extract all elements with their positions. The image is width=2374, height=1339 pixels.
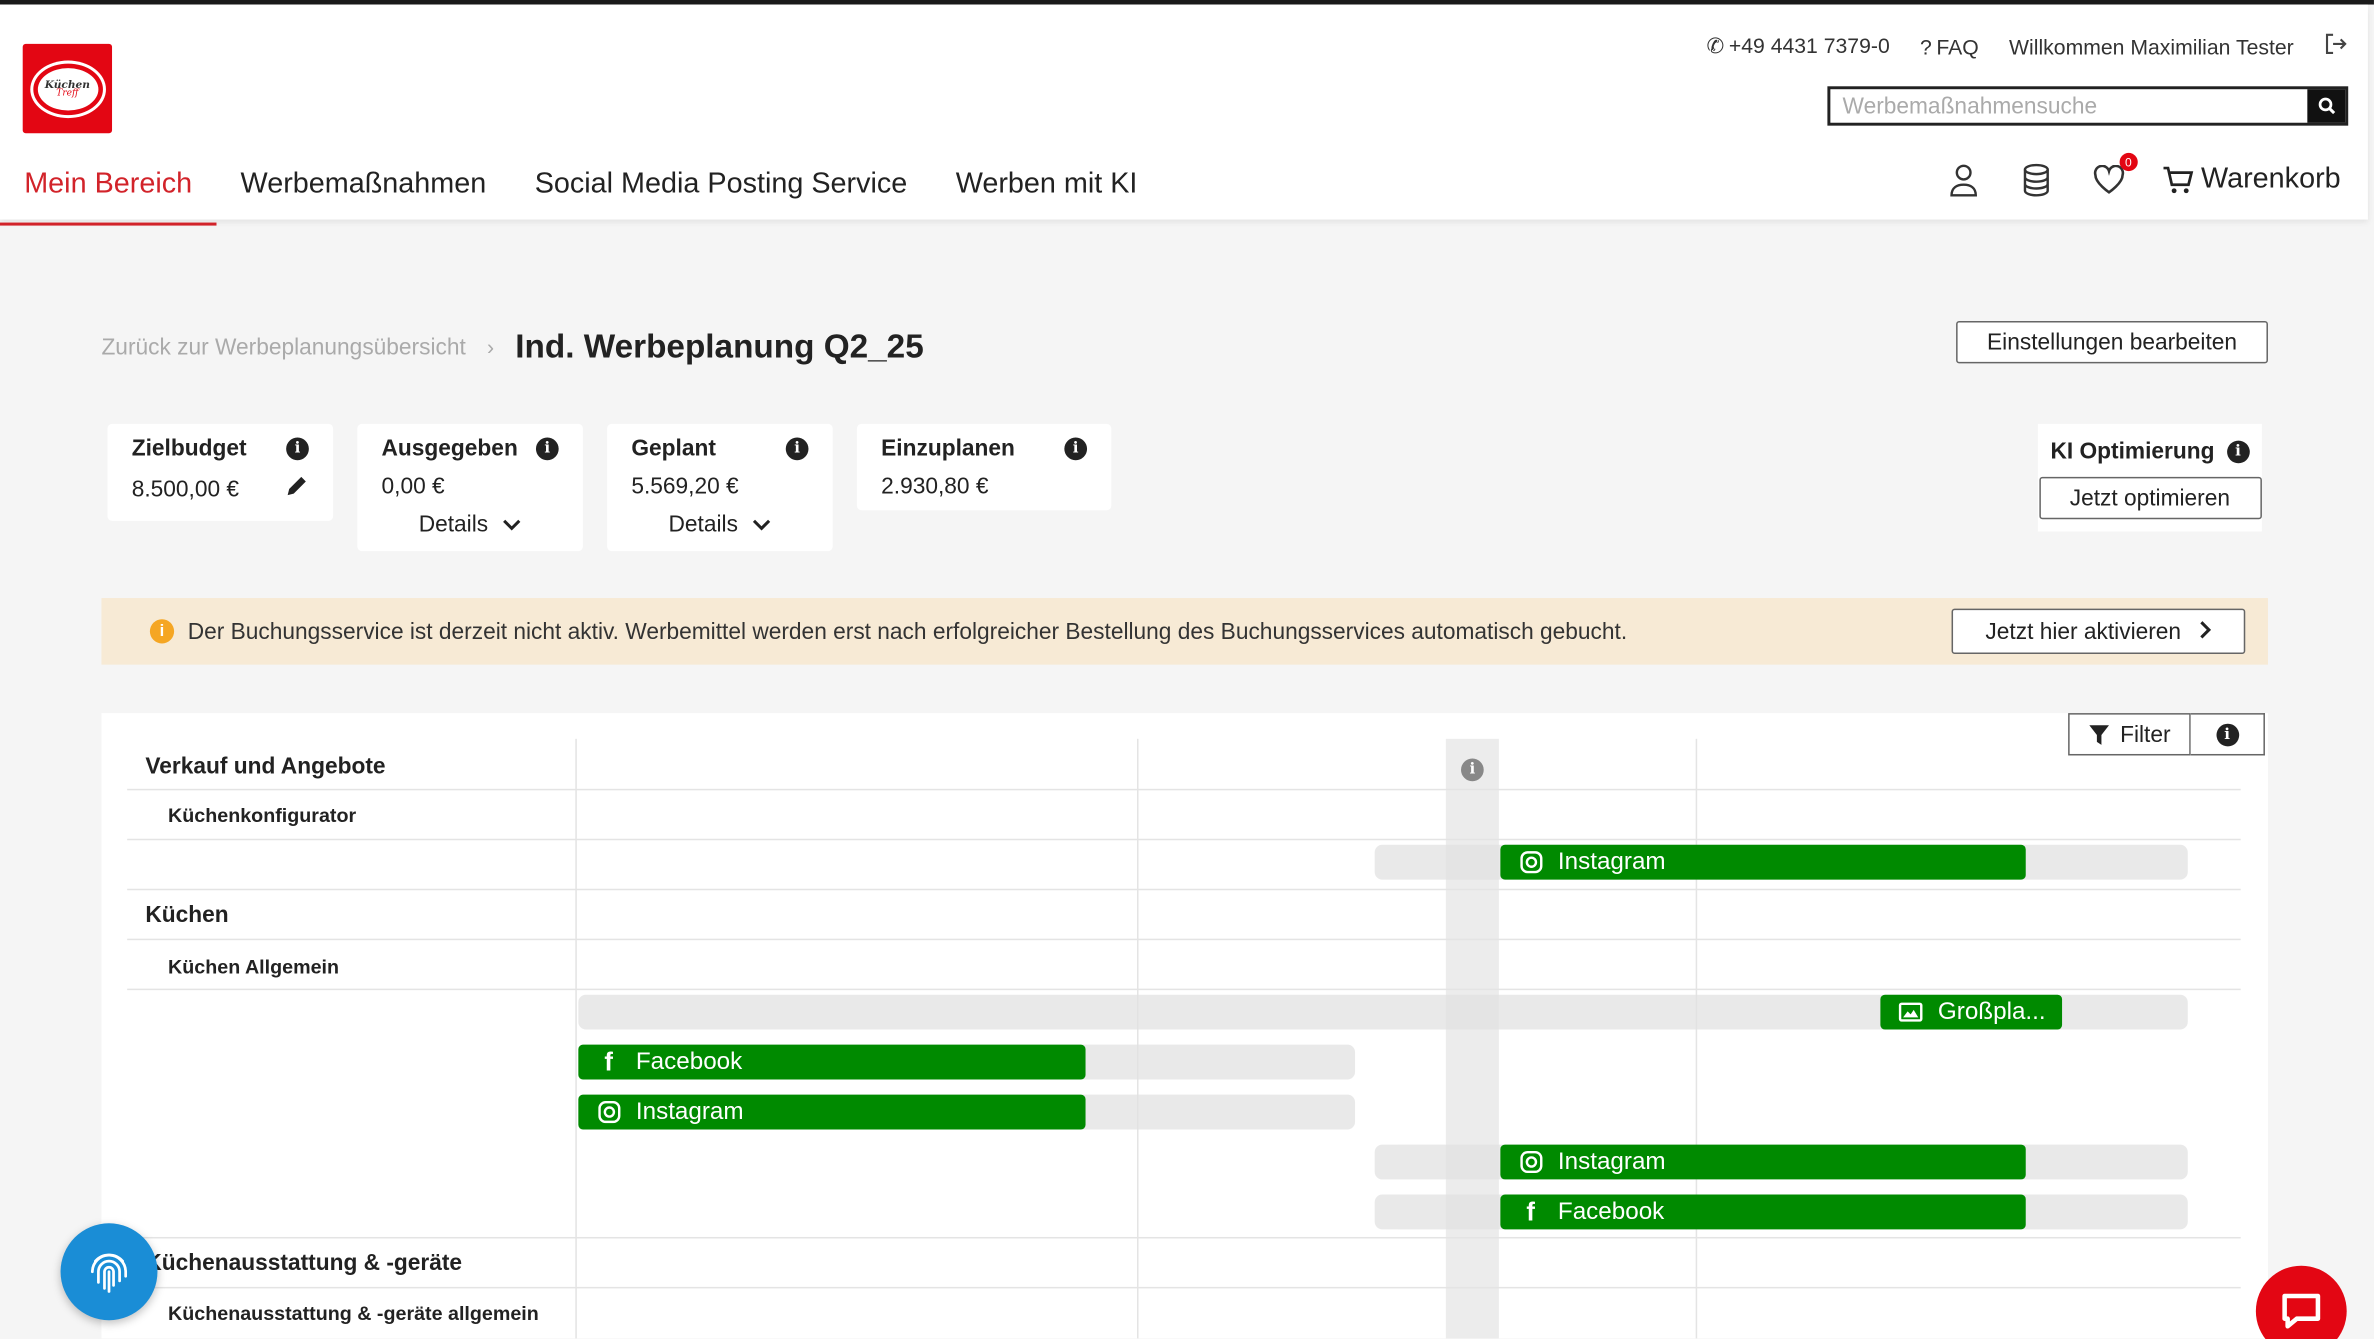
kpi-label: Ausgegeben xyxy=(381,436,518,462)
nav-social-media[interactable]: Social Media Posting Service xyxy=(510,160,931,225)
nav-werben-ki[interactable]: Werben mit KI xyxy=(931,160,1161,225)
kpi-value: 0,00 € xyxy=(381,473,445,500)
question-icon: ? xyxy=(1920,34,1932,59)
cart-label: Warenkorb xyxy=(2201,163,2341,196)
campaign-bar-instagram[interactable]: Instagram xyxy=(1500,844,2026,880)
fingerprint-button[interactable] xyxy=(60,1223,158,1321)
phone-icon: ✆ xyxy=(1706,33,1725,58)
kpi-geplant: Geplant i 5.569,20 € Details xyxy=(607,423,833,552)
group-label: Küchenausstattung & -geräte xyxy=(145,1250,463,1277)
image-icon xyxy=(1898,1000,1923,1024)
cart-icon xyxy=(2163,166,2193,194)
nav-werbemassnahmen[interactable]: Werbemaßnahmen xyxy=(216,160,510,225)
main-nav: Mein Bereich Werbemaßnahmen Social Media… xyxy=(0,160,1162,226)
chevron-right-icon xyxy=(2199,618,2211,644)
instagram-icon xyxy=(597,1100,621,1124)
brand-logo[interactable]: Küchen Treff xyxy=(22,43,113,134)
kpi-value: 8.500,00 € xyxy=(131,476,240,502)
account-icons: 0 Warenkorb xyxy=(1944,152,2341,198)
group-row: Verkauf und Angebote xyxy=(127,739,2241,791)
ki-label: KI Optimierung xyxy=(2050,439,2215,465)
kpi-zielbudget: Zielbudget i 8.500,00 € xyxy=(107,423,334,521)
activate-button[interactable]: Jetzt hier aktivieren xyxy=(1951,608,2246,655)
chevron-down-icon xyxy=(503,512,522,538)
logo-text-2: Treff xyxy=(56,87,79,99)
fingerprint-icon xyxy=(90,1253,128,1293)
faq-link[interactable]: ? FAQ xyxy=(1920,34,1979,58)
wishlist-badge: 0 xyxy=(2119,152,2138,172)
chat-button[interactable] xyxy=(2255,1265,2347,1339)
phone-link[interactable]: ✆ +49 4431 7379-0 xyxy=(1707,33,1890,59)
group-label: Küchen xyxy=(145,902,229,929)
info-icon[interactable]: i xyxy=(535,437,559,461)
info-icon[interactable]: i xyxy=(785,437,809,461)
details-toggle[interactable]: Details xyxy=(382,512,559,538)
info-icon[interactable]: i xyxy=(1064,437,1088,461)
search-input[interactable] xyxy=(1830,89,2308,123)
back-link[interactable]: Zurück zur Werbeplanungsübersicht xyxy=(101,334,465,360)
warning-icon: i xyxy=(149,619,175,644)
notice-banner: i Der Buchungsservice ist derzeit nicht … xyxy=(101,598,2268,665)
timeline-panel: i Filter i Verkauf und Angebote Küchenko… xyxy=(101,713,2268,1339)
logout-icon[interactable] xyxy=(2324,33,2347,59)
facebook-icon: f xyxy=(604,1046,613,1076)
group-row: Küchenausstattung & -geräte xyxy=(127,1238,2241,1289)
info-icon[interactable]: i xyxy=(2226,440,2250,464)
subgroup-row: Küchenkonfigurator xyxy=(127,790,2241,841)
search-icon xyxy=(2317,97,2335,115)
site-header: Küchen Treff ✆ +49 4431 7379-0 ? FAQ Willk… xyxy=(0,4,2368,226)
campaign-bar-facebook[interactable]: f Facebook xyxy=(1500,1194,2026,1230)
banner-text: Der Buchungsservice ist derzeit nicht ak… xyxy=(187,618,1628,645)
subgroup-label: Küchenkonfigurator xyxy=(168,803,357,827)
campaign-bar-grossplakat[interactable]: Großpla... xyxy=(1880,994,2063,1030)
group-row: Küchen xyxy=(127,890,2241,941)
kpi-value: 2.930,80 € xyxy=(881,473,989,500)
details-toggle[interactable]: Details xyxy=(631,512,808,538)
search-button[interactable] xyxy=(2307,89,2346,123)
user-icon[interactable] xyxy=(1944,162,1983,198)
chevron-down-icon xyxy=(753,512,771,538)
kpi-einzuplanen: Einzuplanen i 2.930,80 € xyxy=(856,423,1112,511)
pencil-icon[interactable] xyxy=(285,474,309,504)
group-label: Verkauf und Angebote xyxy=(145,753,386,780)
campaign-bar-facebook[interactable]: f Facebook xyxy=(578,1044,1086,1080)
optimize-button[interactable]: Jetzt optimieren xyxy=(2038,476,2262,520)
instagram-icon xyxy=(1519,1150,1543,1174)
utility-bar: ✆ +49 4431 7379-0 ? FAQ Willkommen Maximil… xyxy=(1707,33,2347,59)
page-title: Ind. Werbeplanung Q2_25 xyxy=(515,327,924,365)
info-icon[interactable]: i xyxy=(286,437,309,461)
heart-icon[interactable]: 0 xyxy=(2089,152,2138,198)
subgroup-row: Küchen Allgemein xyxy=(127,940,2241,991)
nav-mein-bereich[interactable]: Mein Bereich xyxy=(0,160,217,226)
facebook-icon: f xyxy=(1526,1196,1535,1226)
cart-button[interactable]: Warenkorb xyxy=(2162,164,2341,197)
kpi-value: 5.569,20 € xyxy=(631,473,739,500)
chevron-right-icon: › xyxy=(487,334,495,359)
subgroup-row: Küchenausstattung & -geräte allgemein xyxy=(127,1288,2241,1338)
database-icon[interactable] xyxy=(2016,162,2055,198)
campaign-bar-instagram[interactable]: Instagram xyxy=(578,1094,1086,1130)
kpi-label: Geplant xyxy=(631,436,716,462)
chat-icon xyxy=(2282,1293,2321,1329)
subgroup-label: Küchenausstattung & -geräte allgemein xyxy=(168,1302,539,1325)
instagram-icon xyxy=(1519,850,1543,874)
ki-optimization-card: KI Optimierung i Jetzt optimieren xyxy=(2037,423,2262,532)
campaign-bar-instagram[interactable]: Instagram xyxy=(1500,1144,2026,1180)
breadcrumb: Zurück zur Werbeplanungsübersicht › Ind.… xyxy=(101,327,923,366)
kpi-label: Zielbudget xyxy=(131,436,247,462)
kpi-label: Einzuplanen xyxy=(881,436,1015,462)
search-box xyxy=(1827,86,2349,126)
kpi-ausgegeben: Ausgegeben i 0,00 € Details xyxy=(357,423,583,552)
subgroup-label: Küchen Allgemein xyxy=(168,955,340,979)
edit-settings-button[interactable]: Einstellungen bearbeiten xyxy=(1956,320,2268,364)
welcome-text: Willkommen Maximilian Tester xyxy=(2009,34,2294,59)
